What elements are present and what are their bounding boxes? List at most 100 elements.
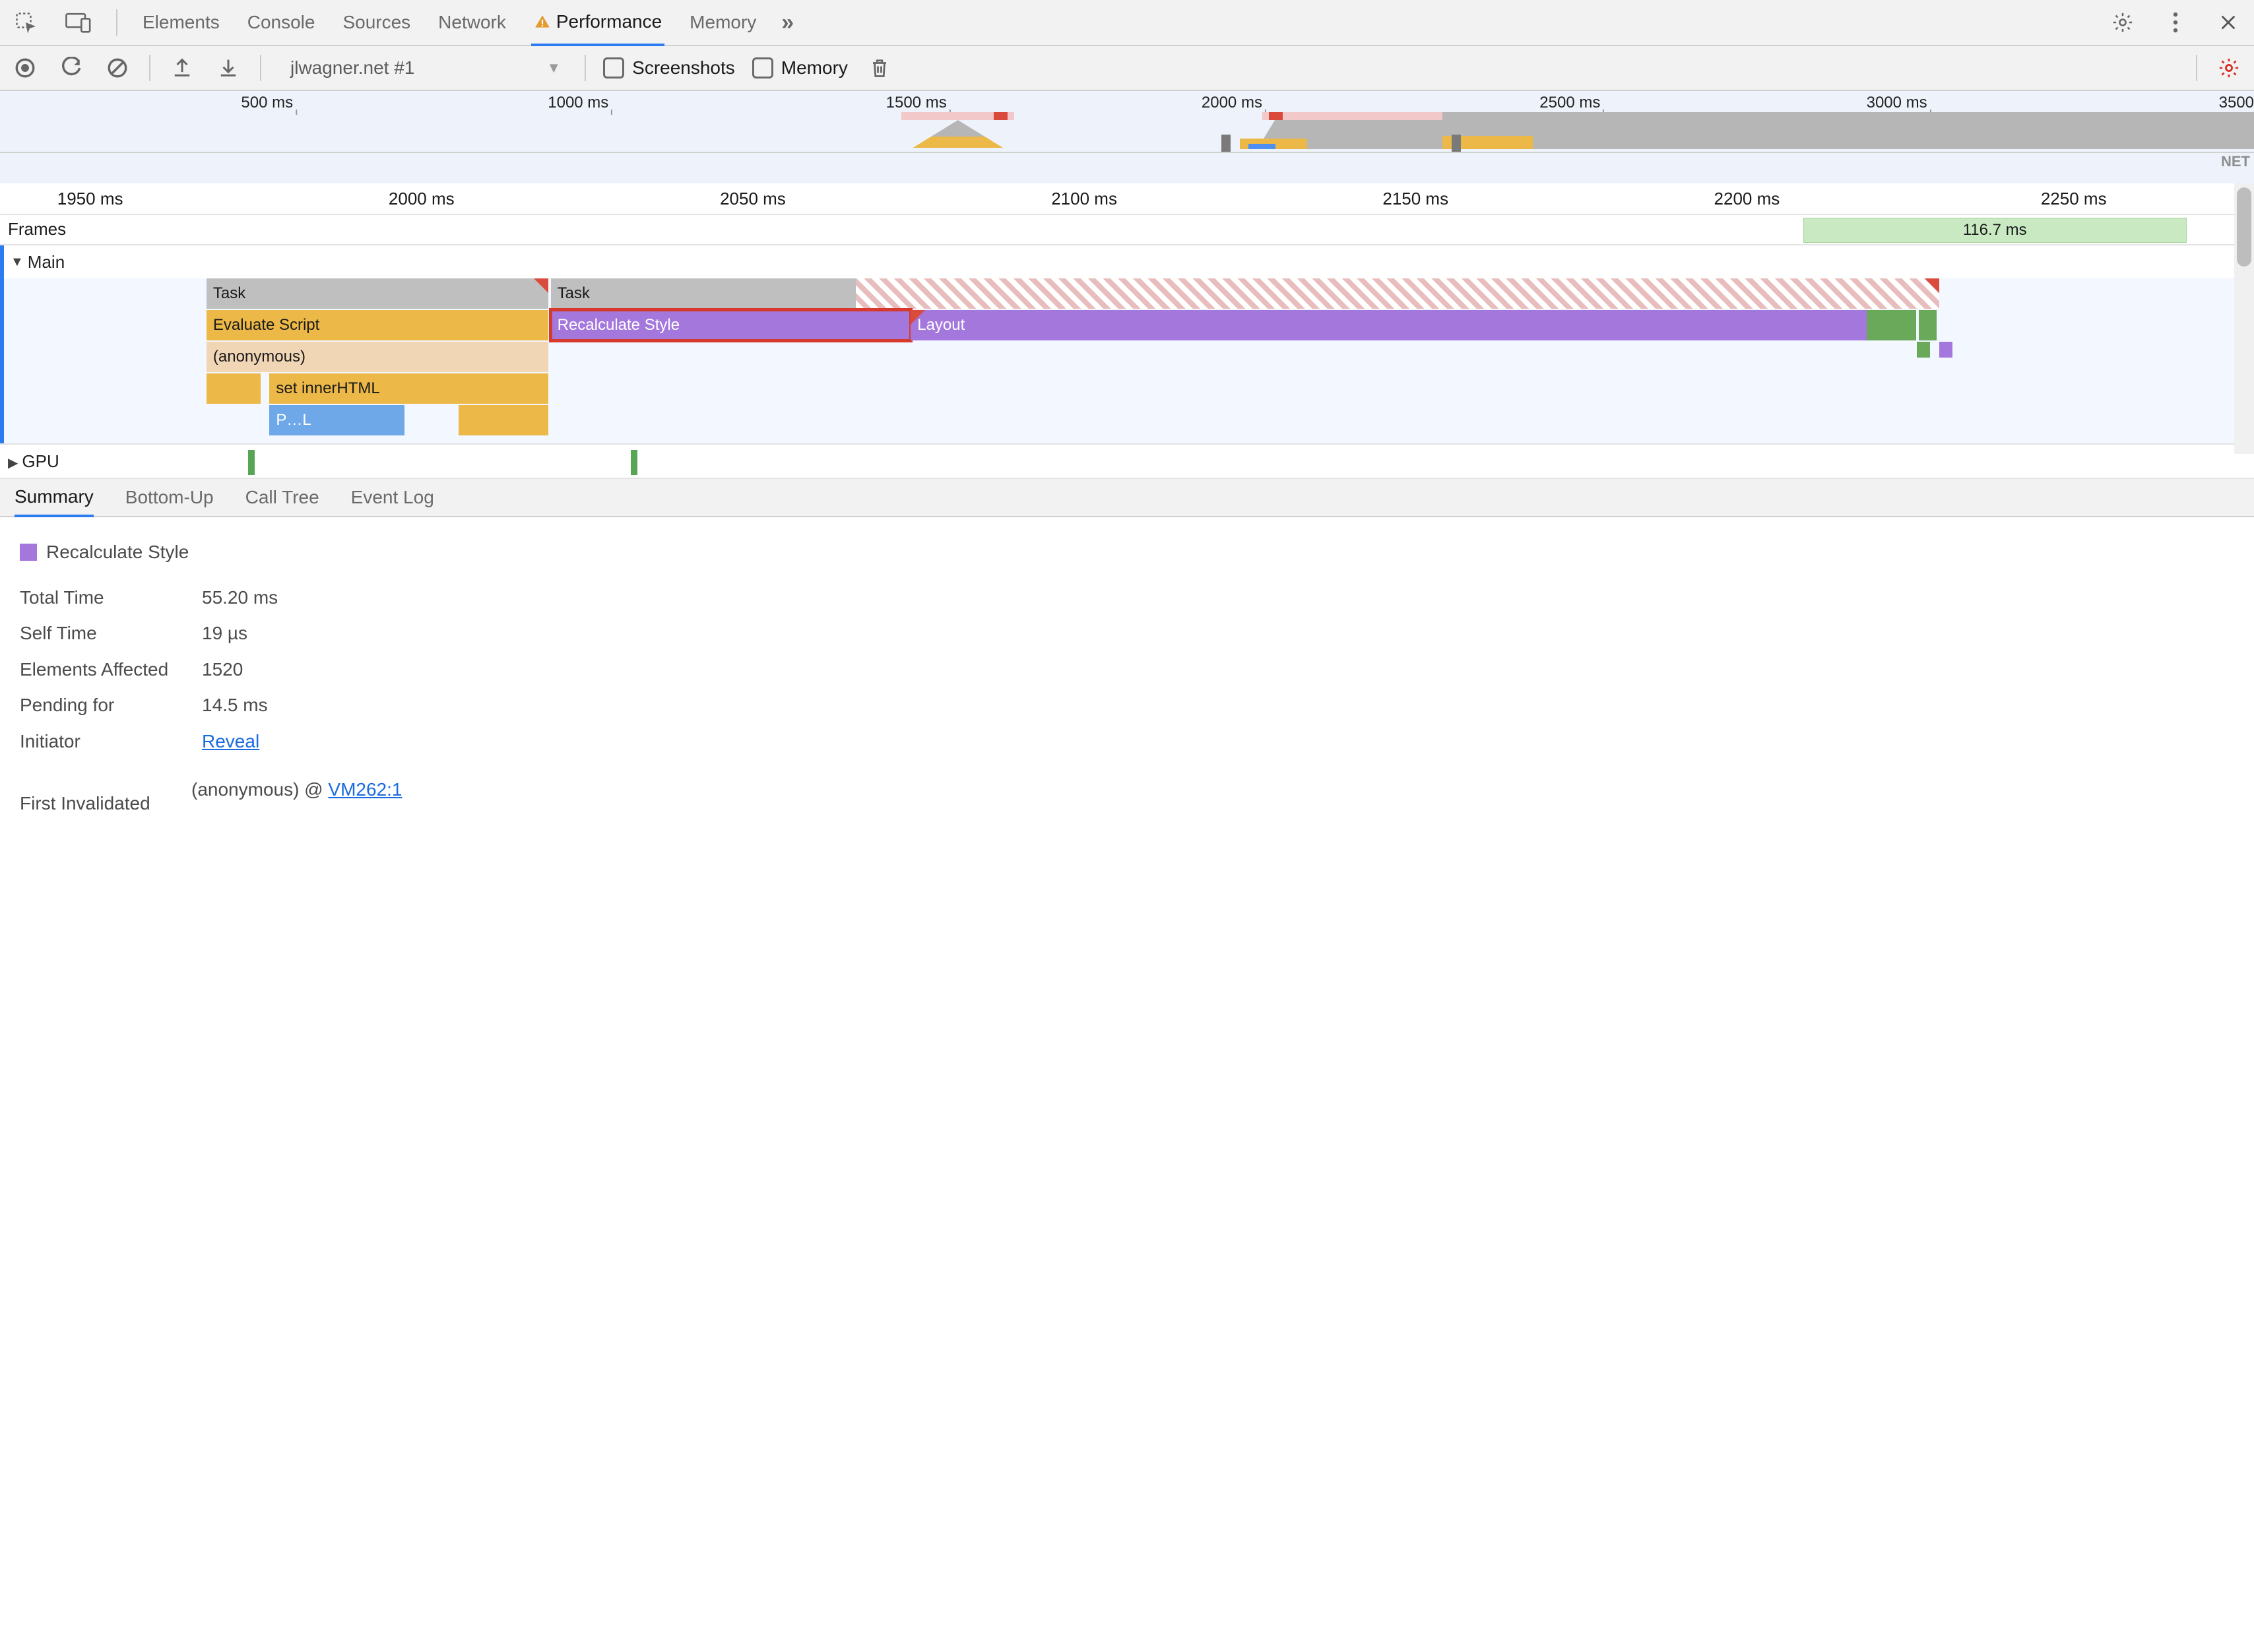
record-icon[interactable]: [11, 53, 40, 82]
field-label: Initiator: [20, 724, 189, 760]
gpu-task-bar[interactable]: [248, 450, 255, 475]
tab-memory[interactable]: Memory: [687, 0, 759, 46]
field-value: 55.20 ms: [202, 580, 278, 616]
subtab-label: Call Tree: [245, 487, 319, 507]
flame-ruler: 1950 ms 2000 ms 2050 ms 2100 ms 2150 ms …: [0, 183, 2254, 215]
bar-label: Recalculate Style: [558, 316, 680, 334]
tabstrip-divider: [116, 9, 117, 36]
field-label: Pending for: [20, 687, 189, 724]
ruler-tick: 500 ms: [241, 94, 293, 112]
paint-bar[interactable]: [1867, 310, 1916, 340]
gpu-label: ▶GPU: [8, 451, 59, 472]
gpu-task-bar[interactable]: [631, 450, 637, 475]
tab-elements[interactable]: Elements: [140, 0, 222, 46]
close-devtools-icon[interactable]: [2213, 7, 2243, 38]
parse-html-bar[interactable]: P…L: [269, 405, 404, 435]
bar-label: Evaluate Script: [213, 316, 319, 334]
subtab-summary[interactable]: Summary: [15, 479, 94, 517]
main-label: Main: [28, 252, 65, 272]
details-tabstrip: Summary Bottom-Up Call Tree Event Log: [0, 479, 2254, 517]
flame-chart[interactable]: Task Task Evaluate Script Recalculate St…: [4, 278, 2254, 443]
subtab-label: Summary: [15, 486, 94, 507]
warning-icon: [534, 13, 551, 30]
field-label: Elements Affected: [20, 652, 189, 688]
toolbar-divider: [260, 55, 261, 81]
gpu-lane[interactable]: ▶GPU: [0, 443, 2254, 479]
checkbox-icon: [603, 57, 624, 79]
net-overview: NET: [0, 152, 2254, 183]
ruler-tick: 1950 ms: [57, 189, 123, 209]
reveal-link[interactable]: Reveal: [202, 724, 259, 760]
checkbox-icon: [752, 57, 773, 79]
tab-label: Sources: [342, 12, 410, 33]
field-value: 19 µs: [202, 616, 247, 652]
tab-label: Console: [247, 12, 315, 33]
frames-label: Frames: [8, 219, 66, 239]
task-bar[interactable]: Task: [207, 278, 548, 309]
script-bar[interactable]: [207, 373, 261, 404]
subtab-bottom-up[interactable]: Bottom-Up: [125, 487, 214, 508]
paint-bar[interactable]: [1919, 310, 1937, 340]
set-innerhtml-bar[interactable]: set innerHTML: [269, 373, 548, 404]
task-non-long-portion: [551, 278, 856, 309]
device-toggle-icon[interactable]: [63, 7, 94, 38]
long-task-marker: [994, 112, 1007, 120]
scrollbar-thumb[interactable]: [2237, 187, 2251, 267]
frame-duration: 116.7 ms: [1963, 221, 2027, 239]
anonymous-fn-bar[interactable]: (anonymous): [207, 342, 548, 372]
timeline-overview[interactable]: 500 ms 1000 ms 1500 ms 2000 ms 2500 ms 3…: [0, 91, 2254, 183]
tab-console[interactable]: Console: [245, 0, 318, 46]
tab-performance[interactable]: Performance: [531, 0, 664, 46]
settings-gear-icon[interactable]: [2108, 7, 2138, 38]
memory-checkbox[interactable]: Memory: [752, 57, 848, 79]
micro-bar[interactable]: [1917, 342, 1930, 358]
tab-label: Memory: [690, 12, 756, 33]
ruler-tick: 1000 ms: [548, 94, 608, 112]
bar-label: Task: [558, 284, 590, 303]
subtab-call-tree[interactable]: Call Tree: [245, 487, 319, 508]
main-thread-header[interactable]: ▼ Main: [4, 245, 2254, 278]
script-bar[interactable]: [459, 405, 548, 435]
checkbox-label: Memory: [781, 57, 848, 79]
flame-scrollbar[interactable]: [2234, 183, 2254, 454]
kebab-menu-icon[interactable]: [2160, 7, 2191, 38]
subtab-event-log[interactable]: Event Log: [351, 487, 434, 508]
task-bar-long[interactable]: Task: [551, 278, 1939, 309]
devtools-tabstrip: Elements Console Sources Network Perform…: [0, 0, 2254, 46]
upload-profile-icon[interactable]: [168, 53, 197, 82]
inspect-element-icon[interactable]: [11, 7, 41, 38]
tabs-overflow-icon[interactable]: »: [781, 10, 792, 36]
bar-label: (anonymous): [213, 348, 306, 366]
ruler-tick: 2500 ms: [1539, 94, 1600, 112]
stack-fn: (anonymous): [191, 779, 299, 800]
overview-activity: [901, 120, 1014, 148]
capture-settings-gear-icon[interactable]: [2214, 53, 2243, 82]
field-label: First Invalidated: [20, 786, 189, 822]
ruler-tick: 3500: [2219, 94, 2254, 112]
reload-icon[interactable]: [57, 53, 86, 82]
stack-source-link[interactable]: VM262:1: [328, 779, 402, 800]
tab-sources[interactable]: Sources: [340, 0, 413, 46]
cpu-hatched-region: [1442, 112, 2254, 149]
clear-icon[interactable]: [103, 53, 132, 82]
evaluate-script-bar[interactable]: Evaluate Script: [207, 310, 548, 340]
micro-bar[interactable]: [1939, 342, 1952, 358]
ruler-tick: 2100 ms: [1051, 189, 1117, 209]
recording-selector[interactable]: jlwagner.net #1 ▼: [278, 57, 567, 79]
download-profile-icon[interactable]: [214, 53, 243, 82]
main-thread-group: ▼ Main Task Task Evaluate Script Recalcu…: [0, 245, 2254, 443]
field-label: Total Time: [20, 580, 189, 616]
layout-bar[interactable]: Layout: [911, 310, 1867, 340]
bar-label: P…L: [276, 411, 311, 429]
tab-network[interactable]: Network: [435, 0, 509, 46]
ruler-tick: 2250 ms: [2041, 189, 2107, 209]
recalculate-style-bar[interactable]: Recalculate Style: [551, 310, 911, 340]
subtab-label: Bottom-Up: [125, 487, 214, 507]
screenshots-checkbox[interactable]: Screenshots: [603, 57, 735, 79]
frame-chip[interactable]: 116.7 ms: [1803, 218, 2187, 243]
tab-label: Performance: [556, 11, 662, 32]
summary-title: Recalculate Style: [46, 534, 189, 571]
garbage-collect-icon[interactable]: [865, 53, 894, 82]
field-value: 14.5 ms: [202, 687, 268, 724]
frames-lane: Frames 116.7 ms: [0, 215, 2254, 245]
